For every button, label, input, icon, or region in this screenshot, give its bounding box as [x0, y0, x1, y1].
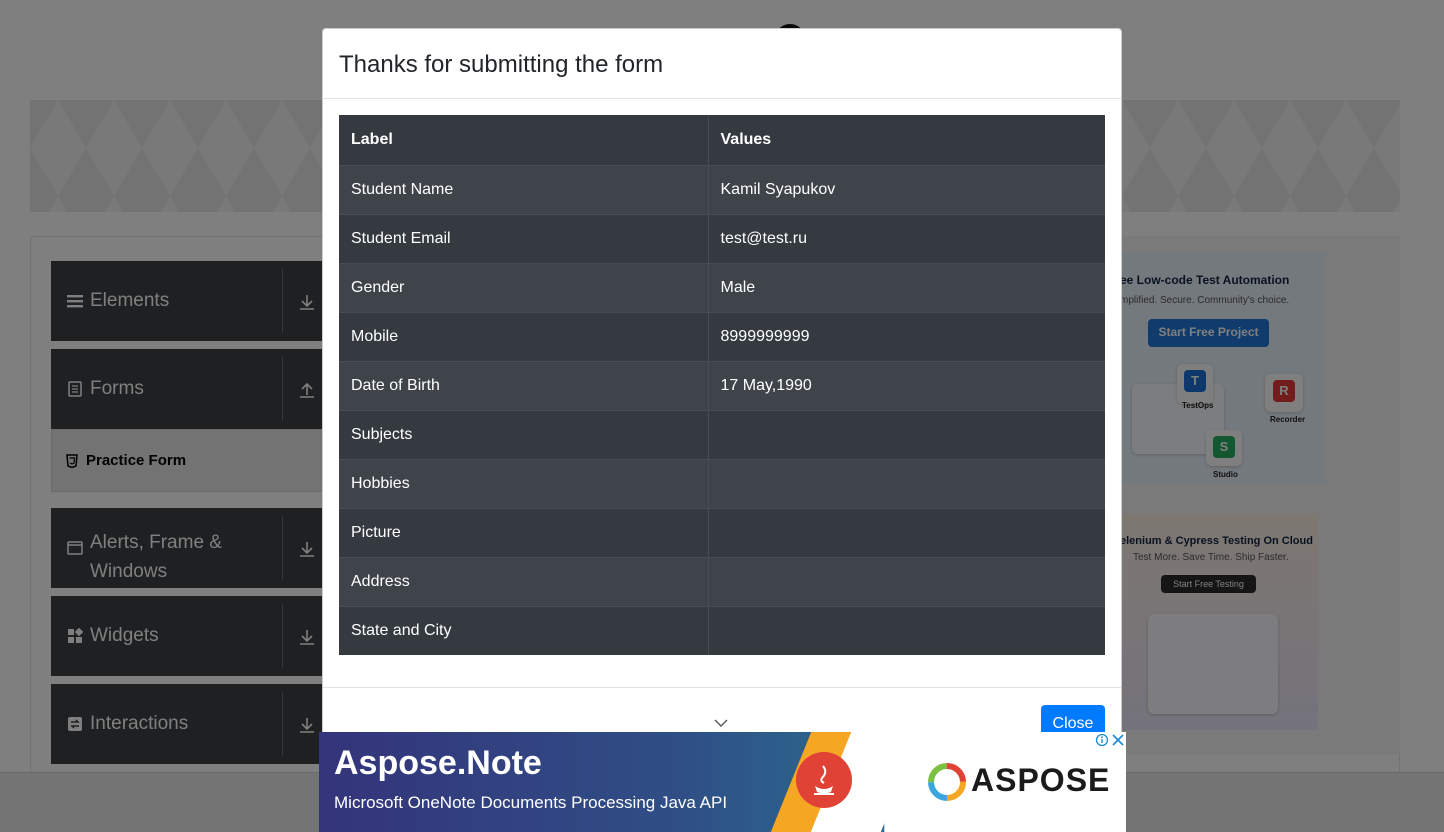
- modal-body: Label Values Student Name Kamil Syapukov …: [323, 99, 1121, 671]
- chevron-down-icon[interactable]: [714, 718, 728, 728]
- row-label: Mobile: [339, 311, 708, 361]
- adchoices-icon[interactable]: [1094, 732, 1126, 748]
- table-row: State and City: [339, 605, 1105, 655]
- row-value: [707, 409, 1105, 459]
- row-label: State and City: [339, 605, 708, 655]
- table-header-row: Label Values: [339, 115, 1105, 166]
- table-row: Picture: [339, 507, 1105, 557]
- row-value: [707, 507, 1105, 557]
- submission-modal: Thanks for submitting the form Label Val…: [322, 28, 1122, 748]
- row-value: Male: [707, 262, 1105, 312]
- ad-brand-logo: ASPOSE: [971, 762, 1111, 798]
- modal-title: Thanks for submitting the form: [339, 51, 664, 78]
- row-label: Gender: [339, 262, 708, 312]
- results-table: Label Values Student Name Kamil Syapukov …: [339, 115, 1105, 655]
- row-value: Kamil Syapukov: [707, 164, 1105, 214]
- table-row: Subjects: [339, 409, 1105, 459]
- row-label: Student Email: [339, 213, 708, 263]
- row-label: Date of Birth: [339, 360, 708, 410]
- row-label: Student Name: [339, 164, 708, 214]
- java-icon: [796, 752, 852, 808]
- ad-tagline: Microsoft OneNote Documents Processing J…: [334, 793, 728, 812]
- row-value: [707, 605, 1105, 655]
- column-header-label: Label: [339, 115, 708, 166]
- column-header-values: Values: [707, 115, 1105, 166]
- table-row: Address: [339, 556, 1105, 606]
- table-row: Hobbies: [339, 458, 1105, 508]
- aspose-logo-icon: [928, 763, 966, 801]
- row-label: Address: [339, 556, 708, 606]
- row-value: [707, 458, 1105, 508]
- row-label: Hobbies: [339, 458, 708, 508]
- table-row: Student Email test@test.ru: [339, 213, 1105, 263]
- bottom-ad-banner[interactable]: Aspose.Note Microsoft OneNote Documents …: [319, 732, 1126, 832]
- row-value: 17 May,1990: [707, 360, 1105, 410]
- table-row: Date of Birth 17 May,1990: [339, 360, 1105, 410]
- row-label: Subjects: [339, 409, 708, 459]
- table-row: Student Name Kamil Syapukov: [339, 164, 1105, 214]
- row-value: 8999999999: [707, 311, 1105, 361]
- table-row: Mobile 8999999999: [339, 311, 1105, 361]
- row-value: [707, 556, 1105, 606]
- row-value: test@test.ru: [707, 213, 1105, 263]
- table-row: Gender Male: [339, 262, 1105, 312]
- ad-headline: Aspose.Note: [334, 744, 542, 782]
- row-label: Picture: [339, 507, 708, 557]
- modal-header: Thanks for submitting the form: [323, 29, 1121, 99]
- ad-choices[interactable]: [1094, 732, 1126, 748]
